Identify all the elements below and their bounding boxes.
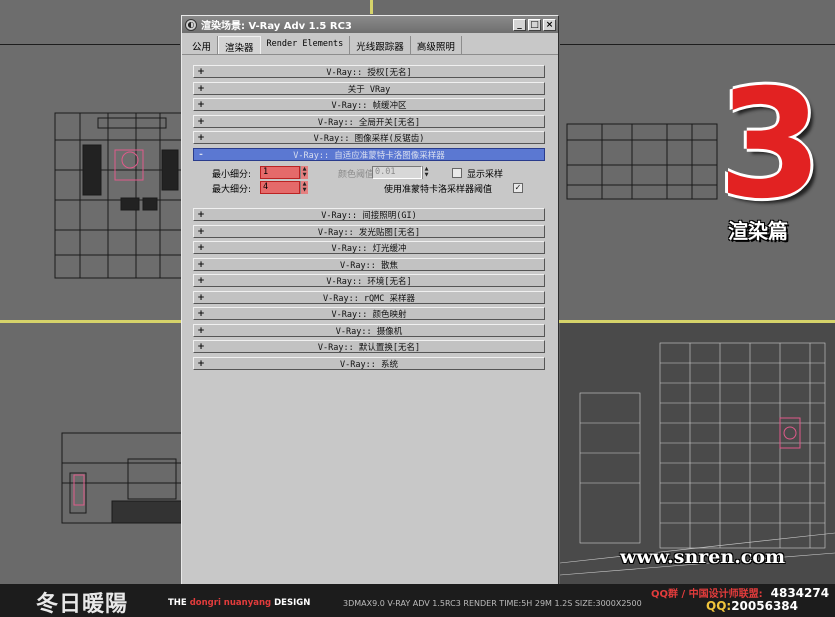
rollout-global-switches[interactable]: + V-Ray:: 全局开关[无名]: [193, 115, 545, 128]
tab-renderer[interactable]: 渲染器: [218, 36, 261, 54]
adaptive-qmc-options: 最小细分: 1 ▲ ▼ 最大细分: 4 ▲ ▼ 颜色阈值: 0.01 ▲ ▼ 显示采样…: [193, 158, 545, 198]
rollout-label: 关于 VRay: [347, 84, 391, 95]
expand-icon: +: [197, 259, 205, 270]
expand-icon: +: [197, 292, 205, 303]
screen: 3 渲染篇 www.snren.com ◐ 渲染场景: V-Ray Adv 1.…: [0, 0, 835, 617]
tab-advanced-lighting[interactable]: 高级照明: [411, 36, 462, 54]
maximize-button[interactable]: □: [528, 18, 541, 31]
rollout-system[interactable]: + V-Ray:: 系统: [193, 357, 545, 370]
qq-label: QQ:: [706, 599, 732, 613]
qq-number: 20056384: [731, 599, 798, 613]
rollout-irradiance-map[interactable]: + V-Ray:: 发光贴图[无名]: [193, 225, 545, 238]
rollout-authorization[interactable]: + V-Ray:: 授权[无名]: [193, 65, 545, 78]
rollout-label: V-Ray:: 环境[无名]: [326, 276, 412, 287]
rollout-label: V-Ray:: 图像采样(反锯齿): [313, 133, 425, 144]
viewport-separator-vertical: [370, 0, 373, 14]
rollout-indirect-illumination[interactable]: + V-Ray:: 间接照明(GI): [193, 208, 545, 221]
expand-icon: +: [197, 99, 205, 110]
viewport-grid-line: [0, 44, 180, 45]
max-subdiv-label: 最大细分:: [212, 185, 252, 195]
rollout-label: V-Ray:: 全局开关[无名]: [317, 117, 421, 128]
website-watermark: www.snren.com: [620, 546, 786, 568]
chapter-title: 渲染篇: [728, 219, 788, 243]
rollout-label: V-Ray:: 授权[无名]: [326, 67, 412, 78]
rollout-label: V-Ray:: 帧缓冲区: [331, 100, 407, 111]
expand-icon: +: [197, 242, 205, 253]
expand-icon: +: [197, 275, 205, 286]
rollout-label: V-Ray:: rQMC 采样器: [322, 293, 416, 304]
min-subdiv-spinner[interactable]: 1: [260, 166, 300, 179]
rollout-rqmc-sampler[interactable]: + V-Ray:: rQMC 采样器: [193, 291, 545, 304]
rollout-camera[interactable]: + V-Ray:: 摄像机: [193, 324, 545, 337]
min-subdiv-label: 最小细分:: [212, 170, 252, 180]
spinner-arrows-icon[interactable]: ▲ ▼: [300, 181, 308, 194]
max-subdiv-spinner[interactable]: 4: [260, 181, 300, 194]
show-samples-checkbox[interactable]: [452, 168, 462, 178]
expand-icon: +: [197, 132, 205, 143]
rollout-label: V-Ray:: 系统: [340, 359, 398, 370]
viewport-grid-line: [560, 44, 835, 45]
qq-group-number: 4834274: [770, 586, 830, 600]
rollout-label: V-Ray:: 默认置换[无名]: [317, 342, 421, 353]
expand-icon: +: [197, 116, 205, 127]
use-qmc-threshold-label: 使用准蒙特卡洛采样器阈值: [384, 185, 493, 195]
close-button[interactable]: ×: [543, 18, 556, 31]
show-samples-label: 显示采样: [467, 170, 504, 180]
rollout-about-vray[interactable]: + 关于 VRay: [193, 82, 545, 95]
chapter-number: 3: [718, 58, 823, 232]
max-app-icon: ◐: [185, 18, 197, 31]
rollout-label: V-Ray:: 灯光缓冲: [331, 243, 407, 254]
color-threshold-spinner[interactable]: 0.01: [372, 166, 422, 179]
rollout-label: V-Ray:: 发光贴图[无名]: [317, 227, 421, 238]
rollout-default-displacement[interactable]: + V-Ray:: 默认置换[无名]: [193, 340, 545, 353]
brand-prefix: THE: [168, 598, 190, 608]
rollout-light-cache[interactable]: + V-Ray:: 灯光缓冲: [193, 241, 545, 254]
expand-icon: +: [197, 308, 205, 319]
brand-line: THE dongri nuanyang DESIGN: [168, 598, 310, 608]
brand-suffix: DESIGN: [271, 598, 311, 608]
rollout-frame-buffer[interactable]: + V-Ray:: 帧缓冲区: [193, 98, 545, 111]
expand-icon: +: [197, 209, 205, 220]
expand-icon: +: [197, 325, 205, 336]
tab-common[interactable]: 公用: [186, 36, 219, 54]
spinner-arrows-icon[interactable]: ▲ ▼: [422, 166, 430, 179]
tab-render-elements[interactable]: Render Elements: [261, 36, 351, 54]
rollout-image-sampler[interactable]: + V-Ray:: 图像采样(反锯齿): [193, 131, 545, 144]
rollout-color-mapping[interactable]: + V-Ray:: 颜色映射: [193, 307, 545, 320]
rollout-caustics[interactable]: + V-Ray:: 散焦: [193, 258, 545, 271]
qq-info: QQ:20056384: [706, 599, 798, 613]
rollout-panel[interactable]: + V-Ray:: 授权[无名] + 关于 VRay + V-Ray:: 帧缓冲…: [188, 62, 546, 582]
studio-logo: 冬日暖陽: [36, 592, 129, 617]
expand-icon: +: [197, 226, 205, 237]
qq-group-info: QQ群 / 中国设计师联盟: 4834274: [651, 585, 829, 600]
dialog-title: 渲染场景: V-Ray Adv 1.5 RC3: [201, 21, 352, 32]
tab-bar: 公用 渲染器 Render Elements 光线跟踪器 高级照明: [182, 33, 558, 55]
rollout-label: V-Ray:: 颜色映射: [331, 309, 407, 320]
dialog-titlebar[interactable]: ◐ 渲染场景: V-Ray Adv 1.5 RC3 _ □ ×: [182, 16, 558, 33]
rollout-label: V-Ray:: 散焦: [340, 260, 398, 271]
rollout-environment[interactable]: + V-Ray:: 环境[无名]: [193, 274, 545, 287]
render-tech-info: 3DMAX9.0 V-RAY ADV 1.5RC3 RENDER TIME:5H…: [343, 599, 642, 608]
render-scene-dialog: ◐ 渲染场景: V-Ray Adv 1.5 RC3 _ □ × 公用 渲染器 R…: [181, 15, 559, 587]
use-qmc-threshold-checkbox[interactable]: ✓: [513, 183, 523, 193]
rollout-label: V-Ray:: 间接照明(GI): [321, 210, 417, 221]
rollout-label: V-Ray:: 摄像机: [335, 326, 403, 337]
expand-icon: +: [197, 358, 205, 369]
expand-icon: +: [197, 83, 205, 94]
brand-highlight: dongri nuanyang: [189, 598, 272, 608]
tab-raytracer[interactable]: 光线跟踪器: [350, 36, 411, 54]
spinner-arrows-icon[interactable]: ▲ ▼: [300, 166, 308, 179]
minimize-button[interactable]: _: [513, 18, 526, 31]
expand-icon: +: [197, 66, 205, 77]
expand-icon: +: [197, 341, 205, 352]
